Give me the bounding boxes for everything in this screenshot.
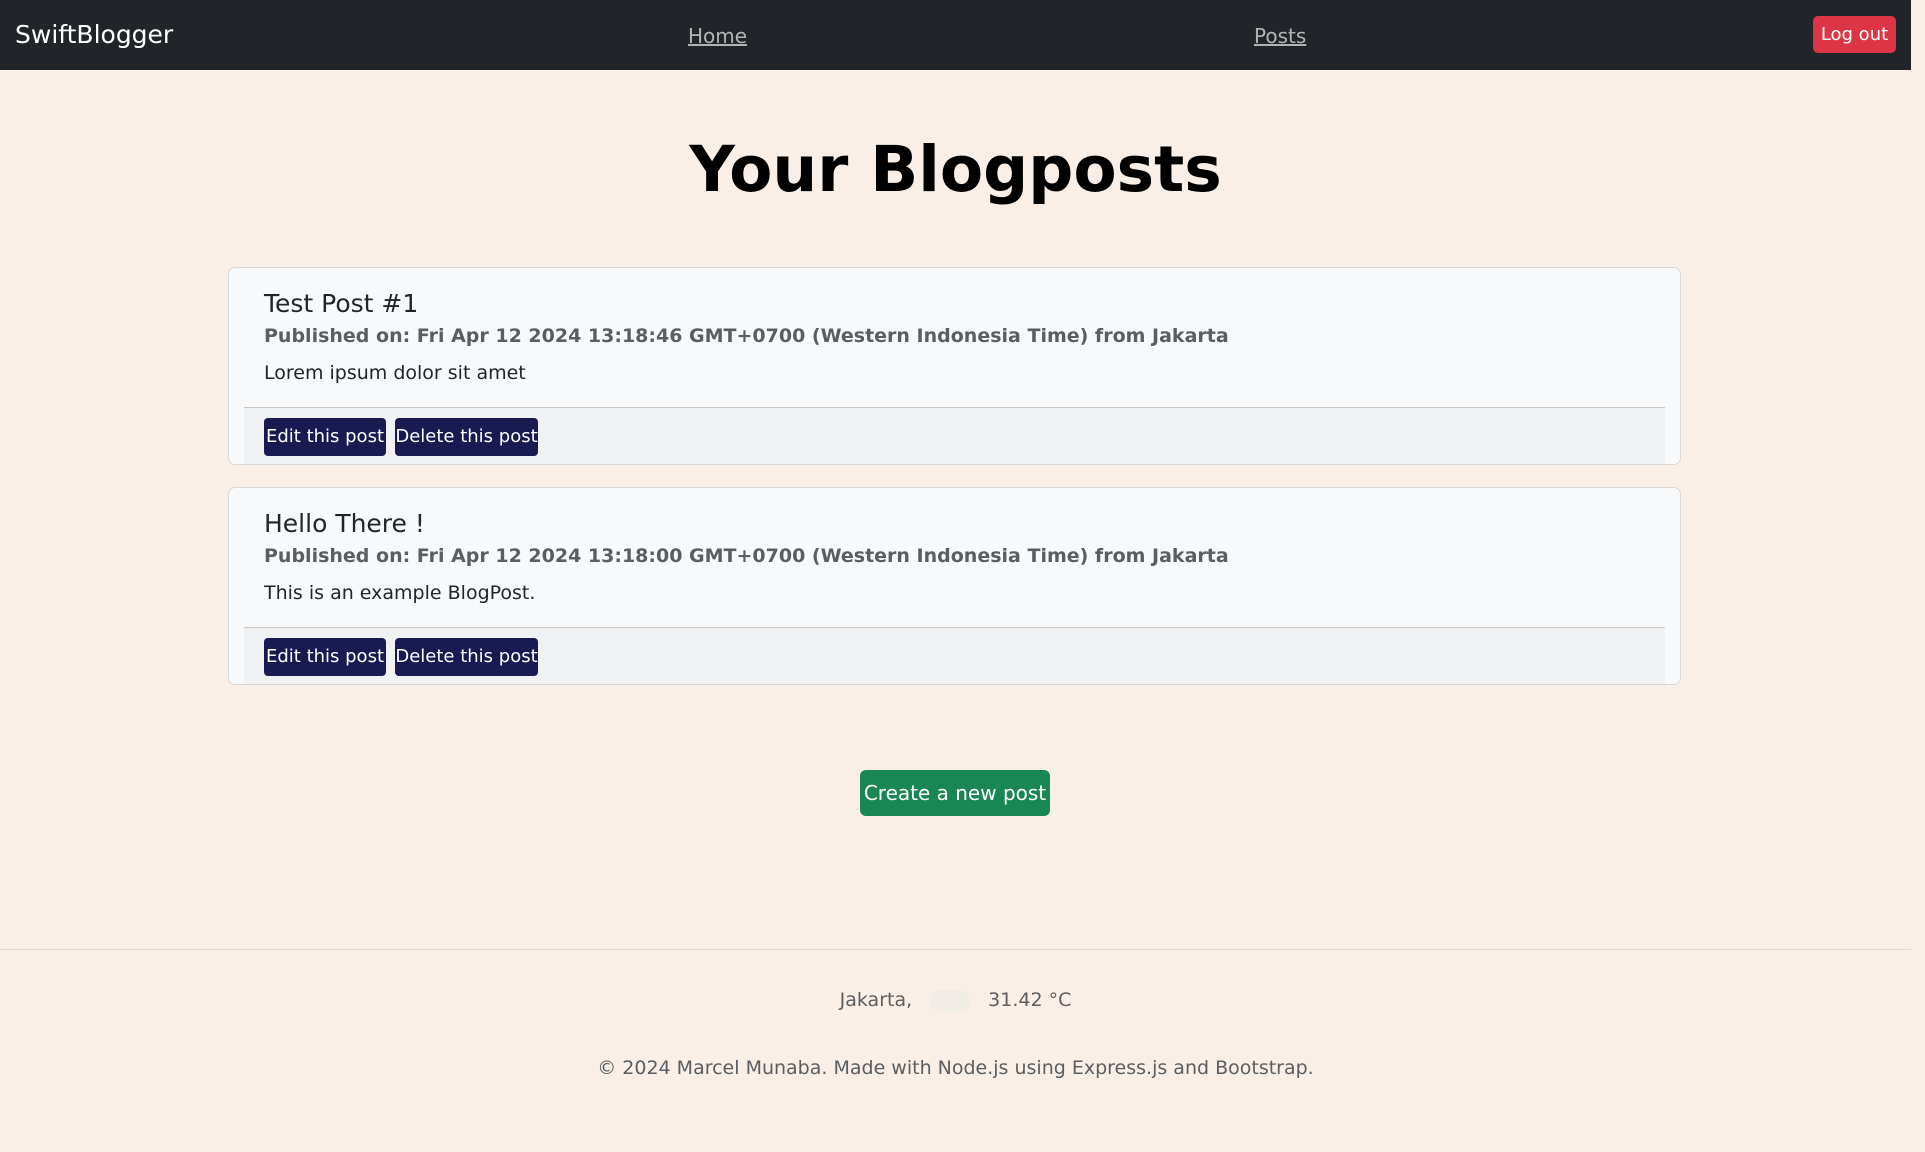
- post-published-date: Published on: Fri Apr 12 2024 13:18:00 G…: [264, 545, 1229, 567]
- weather-temperature: 31.42 °C: [988, 989, 1072, 1011]
- nav-link-home[interactable]: Home: [688, 23, 747, 49]
- post-body: This is an example BlogPost.: [264, 582, 536, 604]
- brand-logo[interactable]: SwiftBlogger: [15, 19, 173, 51]
- post-card-footer: Edit this post Delete this post: [244, 627, 1665, 684]
- edit-post-button[interactable]: Edit this post: [264, 638, 386, 676]
- page-title: Your Blogposts: [689, 133, 1222, 206]
- weather-widget: Jakarta, 31.42 °C: [0, 987, 1911, 1013]
- top-navbar: SwiftBlogger Home Posts Log out: [0, 0, 1911, 70]
- edit-post-button[interactable]: Edit this post: [264, 418, 386, 456]
- footer-divider: [0, 949, 1911, 950]
- post-card-footer: Edit this post Delete this post: [244, 407, 1665, 464]
- post-body: Lorem ipsum dolor sit amet: [264, 362, 526, 384]
- create-post-button[interactable]: Create a new post: [860, 770, 1050, 816]
- post-card: Test Post #1 Published on: Fri Apr 12 20…: [228, 267, 1681, 465]
- post-title: Test Post #1: [264, 289, 419, 318]
- post-card: Hello There ! Published on: Fri Apr 12 2…: [228, 487, 1681, 685]
- post-title: Hello There !: [264, 509, 425, 538]
- weather-city: Jakarta,: [839, 989, 913, 1011]
- weather-icon: [930, 989, 971, 1012]
- copyright-text: © 2024 Marcel Munaba. Made with Node.js …: [597, 1057, 1314, 1079]
- delete-post-button[interactable]: Delete this post: [395, 418, 538, 456]
- logout-button[interactable]: Log out: [1813, 16, 1896, 53]
- delete-post-button[interactable]: Delete this post: [395, 638, 538, 676]
- nav-link-posts[interactable]: Posts: [1254, 23, 1306, 49]
- post-published-date: Published on: Fri Apr 12 2024 13:18:46 G…: [264, 325, 1229, 347]
- scrollbar-track[interactable]: [1911, 0, 1925, 1152]
